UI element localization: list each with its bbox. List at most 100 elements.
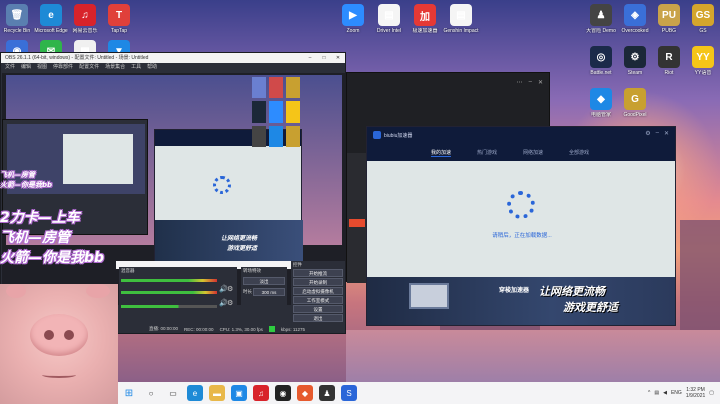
search-icon[interactable]: ○ [143, 385, 159, 401]
status-indicator [268, 326, 275, 332]
accelerator-tab[interactable]: 全部游戏 [569, 149, 589, 157]
app-icon: ⚙ [624, 46, 646, 68]
control-button[interactable]: 开始推流 [293, 269, 343, 277]
desktop-icon[interactable]: PU PUBG [652, 4, 686, 46]
desktop-icon-label: 极速加速器 [412, 28, 438, 34]
app-icon: ◆ [590, 88, 612, 110]
desktop-icon[interactable]: ▶ Zoom [336, 4, 370, 46]
folder-icon[interactable]: ▬ [209, 385, 225, 401]
close-icon[interactable]: ✕ [538, 79, 543, 86]
window-controls: ⚙ – ✕ [645, 130, 669, 137]
pig-nostril [64, 330, 74, 340]
desktop-icon[interactable]: G GoodPixel [618, 88, 652, 130]
menu-item[interactable]: 工具 [131, 63, 141, 72]
control-button[interactable]: 启动虚拟摄像机 [293, 287, 343, 295]
desktop-icon-label: TapTap [110, 28, 128, 34]
controls-title: 控件 [293, 262, 302, 267]
ellipsis-icon[interactable]: ⋯ [517, 79, 523, 86]
taskbar: ⊞ ○ ▭ e ▬ ▣ ♫ ◉ ◆ ♟ S ^ ▤ ◀ ENG 1:32 PM … [118, 382, 720, 404]
accelerator-logo: biubiu加速器 [373, 131, 412, 139]
preview-icons-strip [252, 77, 302, 147]
notification-icon[interactable]: ▢ [709, 390, 714, 396]
minimize-icon[interactable]: – [303, 53, 317, 63]
app-icon: 🗑 [6, 4, 28, 26]
accelerator-tabs: 我的加速 热门游戏 网络加速 全部游戏 [431, 149, 589, 157]
mixer-bar[interactable] [121, 279, 217, 282]
desktop-icon[interactable]: ▤ Genshin Impact [443, 4, 479, 46]
accelerator-window[interactable]: biubiu加速器 ⚙ – ✕ 我的加速 热门游戏 网络加速 全部游戏 请稍后，正在加… [366, 126, 676, 326]
desktop-icon[interactable]: ▤ Driver Intel [372, 4, 406, 46]
language-indicator[interactable]: ENG [671, 390, 682, 396]
close-icon[interactable]: ✕ [331, 53, 345, 63]
menu-item[interactable]: 帮助 [147, 63, 157, 72]
preview-banner [155, 220, 303, 264]
menu-item[interactable]: 场景集合 [105, 63, 125, 72]
logo-icon [373, 131, 381, 139]
netease-music-icon[interactable]: ♫ [253, 385, 269, 401]
controls-list: 开始推流 开始录制 启动虚拟摄像机 工作室模式 设置 退出 [293, 269, 343, 322]
transition-select[interactable]: 淡出 [243, 277, 285, 285]
network-icon[interactable]: ▤ [654, 390, 659, 396]
accelerator-taskbar-icon[interactable]: S [341, 385, 357, 401]
app-icon: ▤ [378, 4, 400, 26]
obs-icon[interactable]: ◉ [275, 385, 291, 401]
app-icon: ▤ [450, 4, 472, 26]
desktop-icon[interactable]: YY YY语音 [686, 46, 720, 88]
control-button[interactable]: 工作室模式 [293, 296, 343, 304]
desktop-icon[interactable]: ⚙ Steam [618, 46, 652, 88]
tray-arrow-icon[interactable]: ^ [648, 390, 650, 396]
preview-banner-text-2: 游戏更舒适 [227, 245, 258, 252]
app-icon: GS [692, 4, 714, 26]
desktop-icon-label: GS [699, 28, 707, 34]
gear-icon[interactable]: ⚙ [227, 299, 233, 307]
task-view-icon[interactable]: ▭ [165, 385, 181, 401]
menu-item[interactable]: 配置文件 [79, 63, 99, 72]
pig-nostril [44, 330, 54, 340]
maximize-icon[interactable]: □ [317, 53, 331, 63]
clock[interactable]: 1:32 PM 1/9/2021 [686, 387, 705, 399]
menu-item[interactable]: 视图 [37, 63, 47, 72]
mixer-bar[interactable] [121, 291, 217, 294]
game-icon[interactable]: ♟ [319, 385, 335, 401]
desktop-icon[interactable]: ◈ Overcooked [618, 4, 652, 46]
desktop-icon[interactable]: ◎ Battle.net [584, 46, 618, 88]
banner-text-2: 游戏更舒适 [563, 301, 618, 314]
desktop-icon[interactable]: 加极速加速器 [408, 4, 442, 46]
edge-icon[interactable]: e [187, 385, 203, 401]
menu-item[interactable]: 停靠部件 [53, 63, 73, 72]
app-name: biubiu加速器 [384, 132, 413, 139]
desktop-icon[interactable]: ♟ 大冒险 Demo [584, 4, 618, 46]
menu-item[interactable]: 文件 [5, 63, 15, 72]
control-button[interactable]: 设置 [293, 305, 343, 313]
desktop-icon-label: YY语音 [694, 70, 712, 76]
dark-app-sidebar [347, 153, 367, 283]
minimize-icon[interactable]: – [529, 79, 532, 86]
duration-input[interactable]: 300 ms [253, 288, 285, 296]
app-icon: 加 [414, 4, 436, 26]
desktop-icon[interactable]: R Riot [652, 46, 686, 88]
mixer-bar[interactable] [121, 305, 217, 308]
dark-app-controls: ⋯ – ✕ [517, 79, 543, 86]
status-rec: REC: 00:00:00 [184, 326, 214, 332]
app-icon: PU [658, 4, 680, 26]
desktop-icon[interactable]: ◆ 电脑管家 [584, 88, 618, 130]
accelerator-tab[interactable]: 网络加速 [523, 149, 543, 157]
gear-icon[interactable]: ⚙ [227, 285, 233, 293]
small-overlay-line-2: 火箭—你是我bb [0, 181, 53, 189]
control-button[interactable]: 开始录制 [293, 278, 343, 286]
close-icon[interactable]: ✕ [664, 130, 669, 137]
control-button[interactable]: 退出 [293, 314, 343, 322]
menu-item[interactable]: 编辑 [21, 63, 31, 72]
app-icon[interactable]: ◆ [297, 385, 313, 401]
accelerator-tab[interactable]: 热门游戏 [477, 149, 497, 157]
overlay-line-1: 2力卡—上车 [0, 210, 80, 226]
store-icon[interactable]: ▣ [231, 385, 247, 401]
desktop-icon[interactable]: GS GS [686, 4, 720, 46]
overlay-line-2: 飞机—房管 [0, 230, 70, 246]
start-icon[interactable]: ⊞ [121, 385, 137, 401]
volume-icon[interactable]: ◀ [663, 390, 667, 396]
settings-icon[interactable]: ⚙ [645, 130, 650, 137]
minimize-icon[interactable]: – [656, 130, 659, 137]
app-icon: YY [692, 46, 714, 68]
accelerator-tab[interactable]: 我的加速 [431, 149, 452, 157]
